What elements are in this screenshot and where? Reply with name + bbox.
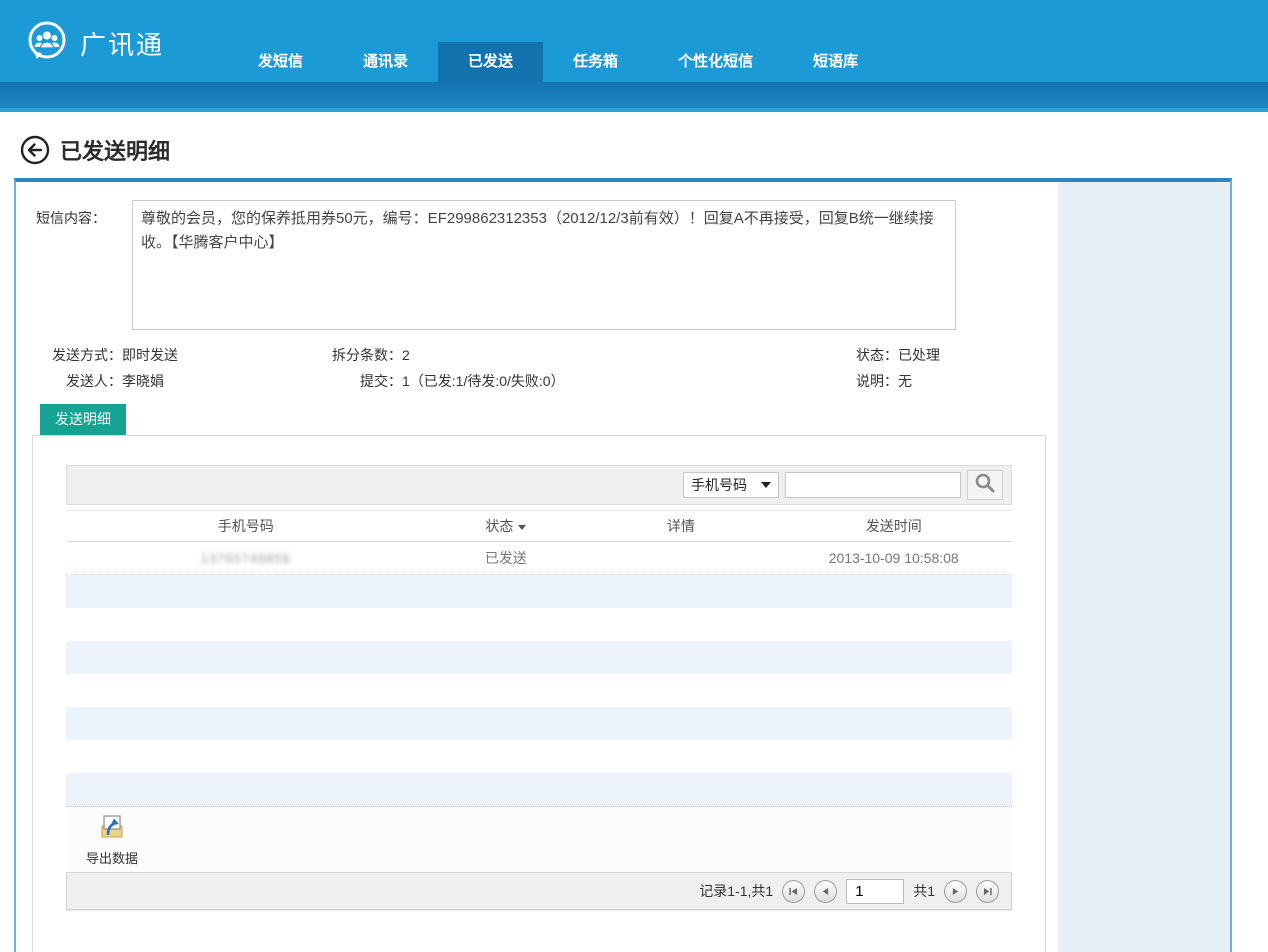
meta-row-1: 发送方式：即时发送 拆分条数：2 状态：已处理 (16, 342, 1058, 368)
split-value: 2 (402, 347, 410, 363)
panel-content: 短信内容： 尊敬的会员，您的保养抵用券50元，编号：EF299862312353… (16, 182, 1058, 952)
export-icon (99, 827, 125, 844)
note-label: 说明 (856, 373, 884, 389)
table-empty-row (66, 740, 1012, 773)
cell-phone: 13765748856 (66, 551, 425, 566)
brand-logo-icon (24, 18, 70, 69)
grid-toolbar: 手机号码 (66, 465, 1012, 505)
nav-tab-1[interactable]: 发短信 (228, 42, 333, 82)
submit-value: 1（已发:1/待发:0/失败:0） (402, 373, 565, 389)
title-row: 已发送明细 (0, 112, 1268, 178)
meta-block: 发送方式：即时发送 拆分条数：2 状态：已处理 发送人：李晓娟 提交：1（已发:… (16, 342, 1058, 394)
back-button[interactable] (20, 135, 50, 165)
table-empty-row (66, 608, 1012, 641)
records-text: 记录1-1,共1 (699, 881, 773, 901)
colon: ： (388, 373, 402, 389)
brand: 广讯通 (24, 18, 164, 69)
detail-table: 手机号码 状态 详情 发送时间 13765748856已发送 2013-10-09… (66, 510, 1012, 806)
send-mode-label: 发送方式 (34, 342, 108, 368)
field-note: 说明：无 (856, 368, 1058, 394)
table-empty-row (66, 575, 1012, 608)
field-send-mode: 发送方式：即时发送 (16, 342, 300, 368)
col-header-time[interactable]: 发送时间 (775, 516, 1012, 536)
brand-name: 广讯通 (80, 25, 164, 62)
status-label: 状态 (856, 347, 884, 363)
col-header-phone[interactable]: 手机号码 (66, 516, 425, 536)
nav-tab-4[interactable]: 任务箱 (543, 42, 648, 82)
total-pages-text: 共1 (913, 881, 935, 901)
colon: ： (884, 373, 898, 389)
pagination-bar: 记录1-1,共1 共1 (66, 872, 1012, 910)
meta-row-2: 发送人：李晓娟 提交：1（已发:1/待发:0/失败:0） 说明：无 (16, 368, 1058, 394)
field-split-count: 拆分条数：2 (300, 342, 856, 368)
colon: ： (884, 347, 898, 363)
page-number-input[interactable] (846, 879, 904, 904)
sort-caret-icon (518, 525, 526, 530)
detail-container: 手机号码 手机号码 (32, 435, 1046, 952)
colon: ： (108, 373, 122, 389)
submit-label: 提交 (300, 368, 388, 394)
app-header: 广讯通 发短信通讯录已发送任务箱个性化短信短语库 (0, 0, 1268, 82)
sms-content-row: 短信内容： 尊敬的会员，您的保养抵用券50元，编号：EF299862312353… (16, 200, 1058, 330)
sender-value: 李晓娟 (122, 373, 164, 389)
main-nav: 发短信通讯录已发送任务箱个性化短信短语库 (228, 42, 888, 82)
search-input[interactable] (785, 472, 961, 498)
field-status: 状态：已处理 (856, 342, 1058, 368)
sms-content-label: 短信内容： (36, 200, 132, 330)
colon: ： (108, 347, 122, 363)
send-mode-value: 即时发送 (122, 347, 178, 363)
chevron-down-icon (761, 482, 771, 488)
cell-status: 已发送 (425, 548, 586, 568)
col-header-phone-label: 手机号码 (218, 518, 274, 534)
cell-time: 2013-10-09 10:58:08 (775, 550, 1012, 566)
table-empty-row (66, 641, 1012, 674)
nav-tab-5[interactable]: 个性化短信 (648, 42, 783, 82)
sender-label: 发送人 (34, 368, 108, 394)
col-header-detail[interactable]: 详情 (586, 516, 775, 536)
colon: ： (388, 347, 402, 363)
field-submit: 提交：1（已发:1/待发:0/失败:0） (300, 368, 856, 394)
export-label: 导出数据 (86, 848, 138, 867)
sms-content-box[interactable]: 尊敬的会员，您的保养抵用券50元，编号：EF299862312353（2012/… (132, 200, 956, 330)
search-field-select[interactable]: 手机号码 (683, 472, 779, 498)
tab-send-detail[interactable]: 发送明细 (40, 404, 126, 435)
search-button[interactable] (967, 470, 1003, 500)
right-side-area (1058, 182, 1230, 952)
last-page-button[interactable] (976, 880, 999, 903)
grid-footer: 导出数据 (66, 806, 1012, 872)
nav-tab-3[interactable]: 已发送 (438, 42, 543, 82)
table-row[interactable]: 13765748856已发送 2013-10-09 10:58:08 (66, 542, 1012, 575)
search-icon (974, 472, 996, 499)
nav-tab-6[interactable]: 短语库 (783, 42, 888, 82)
prev-page-button[interactable] (814, 880, 837, 903)
split-label: 拆分条数 (300, 342, 388, 368)
search-field-label: 手机号码 (691, 475, 747, 495)
table-body: 13765748856已发送 2013-10-09 10:58:08 (66, 542, 1012, 806)
table-empty-row (66, 707, 1012, 740)
table-header-row: 手机号码 状态 详情 发送时间 (66, 510, 1012, 542)
main-panel: 短信内容： 尊敬的会员，您的保养抵用券50元，编号：EF299862312353… (14, 178, 1232, 952)
field-sender: 发送人：李晓娟 (16, 368, 300, 394)
col-header-detail-label: 详情 (667, 518, 695, 534)
status-value: 已处理 (898, 347, 940, 363)
nav-tab-2[interactable]: 通讯录 (333, 42, 438, 82)
first-page-button[interactable] (782, 880, 805, 903)
col-header-time-label: 发送时间 (866, 518, 922, 534)
header-strip (0, 82, 1268, 112)
page-title: 已发送明细 (60, 134, 170, 166)
col-header-status-label: 状态 (485, 518, 513, 534)
detail-grid: 手机号码 手机号码 (66, 465, 1012, 910)
table-empty-row (66, 674, 1012, 707)
note-value: 无 (898, 373, 912, 389)
table-empty-row (66, 773, 1012, 806)
next-page-button[interactable] (944, 880, 967, 903)
export-data-button[interactable]: 导出数据 (86, 814, 138, 867)
col-header-status[interactable]: 状态 (425, 516, 586, 536)
